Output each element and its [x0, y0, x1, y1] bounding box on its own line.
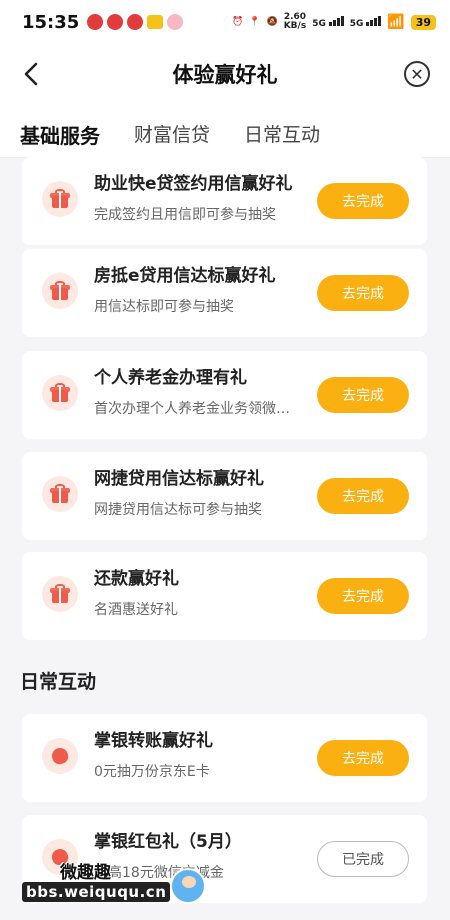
task-card: 网捷贷用信达标赢好礼 网捷贷用信达标可参与抽奖 去完成 [22, 452, 427, 540]
watermark-url: bbs.weiququ.cn [22, 882, 171, 902]
go-complete-button[interactable]: 去完成 [317, 478, 409, 514]
task-title: 还款赢好礼 [94, 569, 179, 589]
task-card: 助业快e贷签约用信赢好礼 完成签约且用信即可参与抽奖 去完成 [22, 157, 427, 245]
page-header: 体验赢好礼 ✕ [0, 44, 450, 104]
battery-indicator: 39 [410, 14, 436, 30]
status-bar: 15:35 ⏰ 📍 🔕 2.60 KB/s 5G 5G 📶 39 [0, 0, 450, 44]
app-notification-icon [87, 14, 104, 30]
task-card: 还款赢好礼 名酒惠送好礼 去完成 [22, 552, 427, 640]
signal-5g-1: 5G [312, 15, 344, 29]
status-time: 15:35 [22, 11, 80, 33]
go-complete-button[interactable]: 去完成 [317, 183, 409, 219]
app-notification-icon [167, 14, 184, 30]
task-title: 掌银转账赢好礼 [94, 731, 213, 751]
signal-bars-icon [328, 15, 344, 26]
task-subtitle: 名酒惠送好礼 [94, 602, 178, 618]
net-label: 5G [312, 18, 326, 29]
net-label: 5G [349, 18, 364, 29]
watermark: 微趣趣 bbs.weiququ.cn [22, 858, 206, 906]
task-card: 掌银转账赢好礼 0元抽万份京东E卡 去完成 [22, 714, 427, 802]
gift-icon [42, 273, 78, 309]
tab-bar: 基础服务 财富信贷 日常互动 [0, 104, 450, 161]
tab-basic-services[interactable]: 基础服务 [20, 104, 100, 161]
location-icon: 📍 [249, 17, 261, 27]
task-card: 房抵e贷用信达标赢好礼 用信达标即可参与抽奖 去完成 [22, 249, 427, 337]
heart-icon [42, 738, 78, 774]
section-title-daily: 日常互动 [20, 671, 97, 693]
task-card: 个人养老金办理有礼 首次办理个人养老金业务领微… 去完成 [22, 351, 427, 439]
task-subtitle: 用信达标即可参与抽奖 [94, 299, 234, 315]
go-complete-button[interactable]: 去完成 [317, 377, 409, 413]
task-title: 个人养老金办理有礼 [94, 368, 247, 388]
completed-button[interactable]: 已完成 [317, 841, 409, 877]
app-notification-icon [147, 15, 164, 29]
task-title: 网捷贷用信达标赢好礼 [94, 469, 264, 489]
go-complete-button[interactable]: 去完成 [317, 275, 409, 311]
gift-icon [42, 181, 78, 217]
task-subtitle: 0元抽万份京东E卡 [94, 764, 210, 780]
tab-daily-interaction[interactable]: 日常互动 [244, 104, 320, 147]
gift-icon [42, 375, 78, 411]
task-subtitle: 网捷贷用信达标可参与抽奖 [94, 502, 262, 518]
task-title: 房抵e贷用信达标赢好礼 [94, 266, 276, 286]
signal-5g-2: 5G [349, 15, 382, 29]
mascot-icon [170, 868, 206, 904]
go-complete-button[interactable]: 去完成 [317, 578, 409, 614]
speed-unit: KB/s [283, 21, 307, 31]
notification-icons [87, 14, 184, 30]
mute-icon: 🔕 [266, 17, 278, 27]
back-arrow-icon[interactable] [18, 60, 44, 88]
go-complete-button[interactable]: 去完成 [317, 740, 409, 776]
page-title: 体验赢好礼 [172, 63, 278, 87]
app-notification-icon [127, 14, 144, 30]
gift-icon [42, 476, 78, 512]
task-title: 掌银红包礼（5月） [94, 832, 242, 852]
network-speed: 2.60 KB/s [284, 13, 306, 31]
gift-icon [42, 576, 78, 612]
watermark-title: 微趣趣 [60, 863, 111, 883]
task-subtitle: 首次办理个人养老金业务领微… [94, 401, 290, 417]
app-notification-icon [107, 14, 124, 30]
signal-bars-icon [366, 15, 382, 26]
task-subtitle: 完成签约且用信即可参与抽奖 [94, 207, 276, 223]
task-title: 助业快e贷签约用信赢好礼 [94, 174, 293, 194]
close-icon[interactable]: ✕ [404, 61, 430, 87]
wifi-icon: 📶 [387, 14, 405, 30]
tab-wealth-credit[interactable]: 财富信贷 [134, 104, 210, 147]
alarm-icon: ⏰ [232, 17, 244, 27]
